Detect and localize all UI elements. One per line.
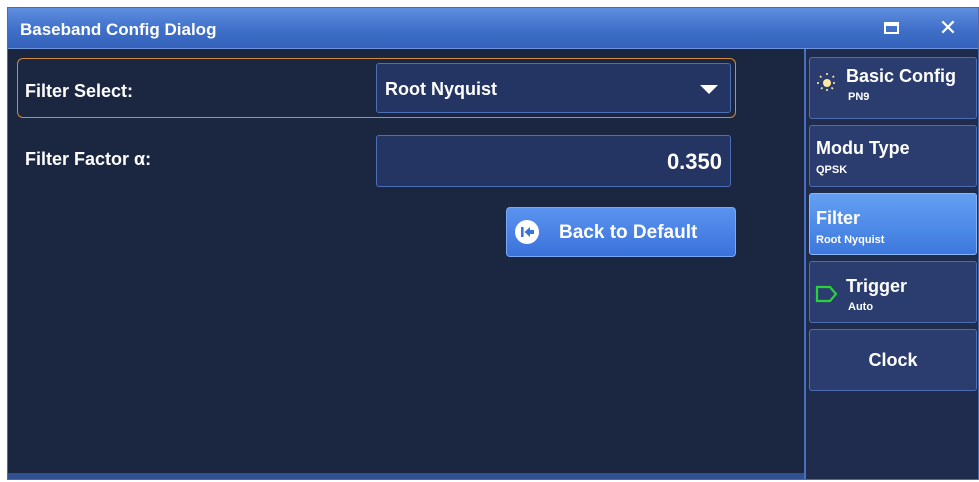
filter-select-label: Filter Select: — [25, 81, 134, 101]
filter-factor-label: Filter Factor α: — [25, 149, 152, 169]
back-to-default-button[interactable]: Back to Default — [506, 207, 736, 257]
chevron-down-icon — [700, 85, 718, 94]
config-sidebar: Basic Config PN9 Modu Type QPSK Filter R… — [804, 49, 978, 479]
sidebar-item-label: Trigger — [846, 276, 908, 296]
sidebar-item-label: Clock — [868, 350, 918, 370]
sidebar-item-basic-config[interactable]: Basic Config PN9 — [809, 57, 977, 119]
sidebar-item-label: Modu Type — [816, 138, 910, 158]
sun-icon — [816, 72, 838, 99]
trigger-arrow-icon — [815, 284, 839, 309]
baseband-config-dialog: Baseband Config Dialog ✕ Filter Select: … — [7, 7, 979, 480]
dialog-title: Baseband Config Dialog — [20, 20, 217, 39]
filter-settings-panel: Filter Select: Root Nyquist Filter Facto… — [8, 49, 804, 479]
back-to-default-label: Back to Default — [559, 222, 698, 243]
sidebar-item-label: Basic Config — [846, 66, 957, 86]
sidebar-item-filter[interactable]: Filter Root Nyquist — [809, 193, 977, 255]
title-bar[interactable]: Baseband Config Dialog ✕ — [8, 8, 978, 49]
maximize-icon — [883, 22, 899, 34]
filter-select-dropdown[interactable]: Root Nyquist — [376, 63, 731, 113]
sidebar-item-label: Filter — [816, 208, 861, 228]
bottom-status-strip — [8, 473, 804, 479]
sidebar-item-modu-type[interactable]: Modu Type QPSK — [809, 125, 977, 187]
filter-factor-input[interactable]: 0.350 — [376, 135, 731, 187]
reset-arrow-icon — [515, 220, 539, 244]
sidebar-item-sublabel: PN9 — [848, 91, 870, 103]
sidebar-item-sublabel: Auto — [848, 301, 874, 313]
sidebar-item-clock[interactable]: Clock — [809, 329, 977, 391]
filter-factor-value: 0.350 — [666, 149, 722, 174]
filter-select-value: Root Nyquist — [385, 79, 497, 99]
sidebar-item-trigger[interactable]: Trigger Auto — [809, 261, 977, 323]
close-icon: ✕ — [938, 15, 958, 40]
sidebar-item-sublabel: Root Nyquist — [816, 234, 885, 246]
close-button[interactable]: ✕ — [933, 14, 963, 42]
sidebar-item-sublabel: QPSK — [816, 164, 848, 176]
maximize-button[interactable] — [876, 14, 906, 42]
